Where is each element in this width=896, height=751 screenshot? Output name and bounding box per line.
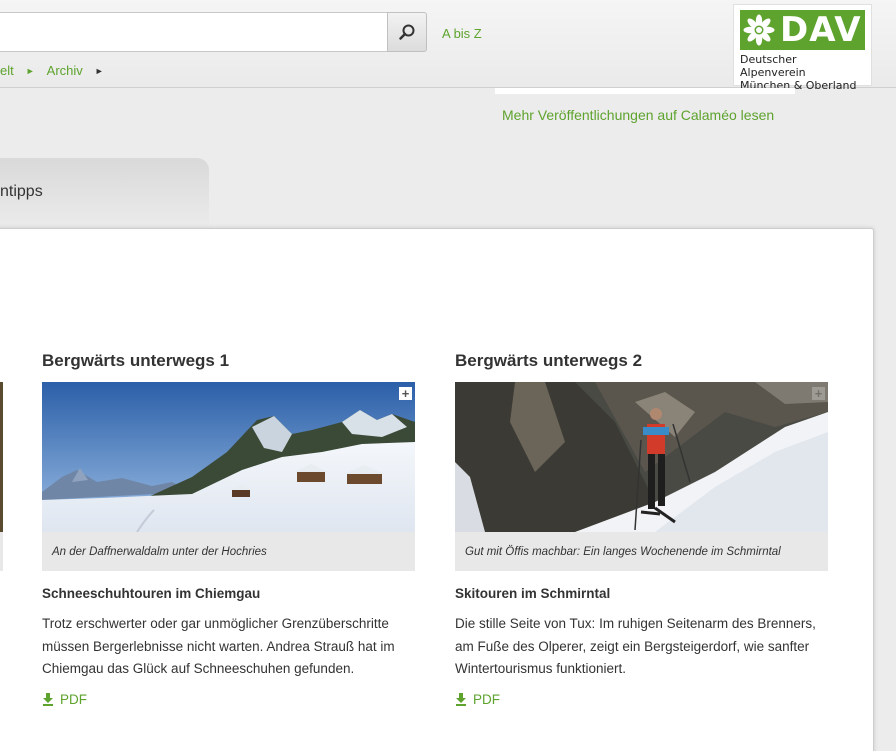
download-icon [43, 692, 53, 706]
breadcrumb-arrow-icon: ► [25, 65, 35, 76]
logo-subtitle: Deutscher Alpenverein München & Oberland [740, 53, 865, 92]
logo-banner: DAV [740, 10, 865, 50]
edelweiss-logo-icon [740, 10, 778, 50]
card-heading: Bergwärts unterwegs 1 [42, 351, 230, 370]
logo-line-1: Deutscher Alpenverein [740, 53, 806, 79]
card-heading: Bergwärts unterwegs 2 [455, 351, 643, 370]
expand-plus-icon[interactable]: + [399, 387, 412, 400]
breadcrumb-item-welt[interactable]: elt [0, 63, 14, 78]
expand-plus-icon[interactable]: + [812, 387, 825, 400]
pdf-download-link[interactable]: PDF [42, 692, 415, 707]
article-card: Bergwärts unterwegs 2 + Gut mit Öffis ma… [455, 351, 828, 707]
search-input[interactable] [0, 12, 388, 52]
article-teaser: Trotz erschwerter oder gar unmöglicher G… [42, 616, 395, 676]
a-bis-z-link[interactable]: A bis Z [442, 26, 482, 41]
breadcrumb-arrow-icon: ► [94, 65, 104, 76]
article-teaser: Die stille Seite von Tux: Im ruhigen Sei… [455, 616, 816, 676]
search-button[interactable] [387, 12, 427, 52]
card-image-ski-tour[interactable]: + [455, 382, 828, 532]
breadcrumb-item-archiv[interactable]: Archiv [47, 63, 83, 78]
previous-card-image-edge [0, 382, 3, 532]
image-caption: An der Daffnerwaldalm unter der Hochries [42, 532, 415, 571]
previous-card-caption-edge [0, 532, 3, 571]
article-title: Schneeschuhtouren im Chiemgau [42, 586, 261, 601]
white-strip [495, 88, 795, 94]
pdf-download-link[interactable]: PDF [455, 692, 828, 707]
article-card: Bergwärts unterwegs 1 + An der Daffnerwa… [42, 351, 415, 707]
tab-label: ntipps [0, 183, 43, 200]
logo-wordmark: DAV [780, 10, 862, 50]
pdf-label: PDF [473, 691, 500, 707]
breadcrumb: elt ► Archiv ► [0, 63, 116, 78]
card-image-winter-alm[interactable]: + [42, 382, 415, 532]
article-title: Skitouren im Schmirntal [455, 586, 611, 601]
calameo-link[interactable]: Mehr Veröffentlichungen auf Calaméo lese… [502, 107, 774, 123]
site-header: A bis Z elt ► Archiv ► DAV Deutscher Alp… [0, 0, 896, 92]
image-caption: Gut mit Öffis machbar: Ein langes Wochen… [455, 532, 828, 571]
search-icon [399, 24, 415, 40]
dav-logo[interactable]: DAV Deutscher Alpenverein München & Ober… [733, 4, 872, 92]
pdf-label: PDF [60, 691, 87, 707]
download-icon [456, 692, 466, 706]
